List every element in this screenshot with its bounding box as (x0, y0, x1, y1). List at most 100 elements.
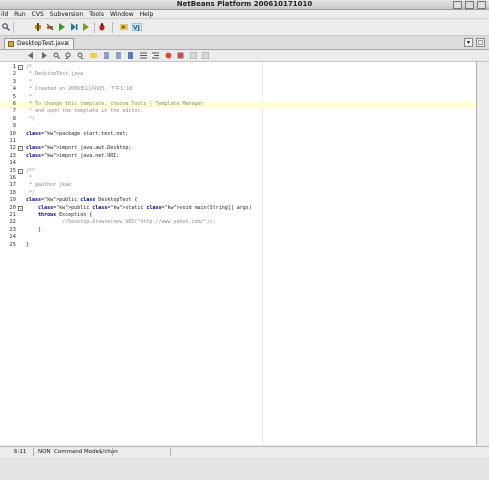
code-line[interactable]: 11 (0, 138, 476, 145)
menu-bar: ild Run CVS Subversion Tools Window Help (0, 10, 489, 19)
toggle-highlight-icon[interactable] (90, 52, 97, 59)
status-bar: 6:11 NON Command Mode$/chan (0, 446, 489, 457)
code-text: class="kw">public class DesktopTest { (26, 197, 138, 204)
editor-toolbar (0, 50, 489, 62)
stop-macro-icon[interactable] (177, 52, 184, 59)
code-line[interactable]: 3 * (0, 79, 476, 86)
start-macro-icon[interactable] (165, 52, 172, 59)
toggle-bookmark-icon[interactable] (127, 52, 134, 59)
code-line[interactable]: 17 * @author jkae (0, 182, 476, 189)
tab-close-icon[interactable]: × (64, 39, 70, 47)
fold-toggle-icon[interactable]: - (18, 205, 23, 211)
code-editor[interactable]: 1-/* 2 * DesktopTest.java 3 * 4 * Created o… (0, 62, 477, 445)
code-text: //Desktop.browse(new URI("http://www.yah… (26, 219, 216, 226)
tab-desktoptest-java[interactable]: DesktopTest.java × (4, 38, 74, 49)
menu-help[interactable]: Help (140, 10, 154, 18)
shift-left-icon[interactable] (140, 52, 147, 59)
profile-icon[interactable] (82, 23, 90, 31)
line-number: 16 (9, 175, 16, 181)
tab-list-dropdown-icon[interactable]: ▾ (464, 38, 473, 47)
fold-toggle-icon[interactable]: - (18, 65, 23, 71)
back-icon[interactable] (28, 52, 35, 59)
code-line[interactable]: 2 * DesktopTest.java (0, 71, 476, 78)
line-number: 23 (9, 226, 16, 233)
build-icon[interactable] (34, 23, 42, 31)
code-line[interactable]: 20- class="kw">public class="kw">static … (0, 205, 476, 212)
find-prev-icon[interactable] (65, 52, 72, 59)
find-next-icon[interactable] (77, 52, 84, 59)
prev-bookmark-icon[interactable] (103, 52, 110, 59)
editor-vertical-scrollbar[interactable] (477, 62, 488, 445)
code-line[interactable]: 25} (0, 242, 476, 249)
line-number: 3 (12, 78, 16, 85)
menu-window[interactable]: Window (110, 10, 134, 18)
code-text: * To change this template, choose Tools … (26, 101, 204, 107)
code-line[interactable]: 4 * Created on 2006年11月9日, 下午1:18 (0, 86, 476, 93)
shift-right-icon[interactable] (152, 52, 159, 59)
line-number: 5 (12, 93, 16, 100)
code-line[interactable]: 15-/** (0, 168, 476, 175)
line-number: 13 (9, 152, 16, 159)
minimize-icon[interactable] (453, 1, 462, 9)
code-text: * (26, 78, 33, 85)
code-text: class="kw">import java.net.URI; (26, 152, 120, 159)
run-icon[interactable] (58, 23, 66, 31)
comment-icon[interactable] (190, 52, 197, 59)
code-line[interactable]: 24 (0, 234, 476, 241)
line-number: 17 (9, 182, 16, 189)
code-line[interactable]: 23 } (0, 227, 476, 234)
code-line[interactable]: 21 throws Exception { (0, 212, 476, 219)
code-line[interactable]: 10 class="kw">package start.test.net; (0, 131, 476, 138)
clean-build-icon[interactable] (46, 23, 54, 31)
line-number: 14 (9, 160, 16, 167)
apply-code-changes-icon[interactable] (120, 23, 128, 31)
vj-icon[interactable]: VJ (132, 23, 142, 31)
fold-toggle-icon[interactable]: - (18, 146, 23, 152)
code-text: class="kw">public class="kw">static clas… (38, 204, 252, 211)
main-toolbar: VJ (0, 20, 489, 36)
code-text: class="kw">package start.test.net; (26, 130, 129, 137)
search-icon[interactable] (2, 23, 10, 31)
code-line[interactable]: 7 * and open the template in the editor. (0, 108, 476, 115)
code-line[interactable]: 5 * (0, 94, 476, 101)
menu-run[interactable]: Run (14, 10, 26, 18)
caret-position: 6:11 (14, 449, 27, 455)
code-line[interactable]: 8 */ (0, 116, 476, 123)
code-line[interactable]: 18 */ (0, 190, 476, 197)
code-text: */ (26, 115, 36, 122)
code-line[interactable]: 19 class="kw">public class DesktopTest { (0, 197, 476, 204)
code-line[interactable]: 13 class="kw">import java.net.URI; (0, 153, 476, 160)
forward-icon[interactable] (40, 52, 47, 59)
code-line[interactable]: 14 (0, 160, 476, 167)
code-line[interactable]: 1-/* (0, 64, 476, 71)
code-line[interactable]: 22 //Desktop.browse(new URI("http://www.… (0, 219, 476, 226)
code-line[interactable]: 9 (0, 123, 476, 130)
maximize-editor-icon[interactable]: □ (476, 38, 485, 47)
menu-cvs[interactable]: CVS (32, 10, 44, 18)
status-info: Command Mode$/chan (54, 449, 118, 455)
close-icon[interactable] (477, 1, 486, 9)
menu-tools[interactable]: Tools (89, 10, 104, 18)
code-text: throws Exception { (38, 212, 93, 218)
code-text: } (26, 226, 42, 233)
code-text: /* (26, 64, 33, 70)
code-line[interactable]: 12- class="kw">import java.awt.Desktop; (0, 145, 476, 152)
code-text: class="kw">import java.awt.Desktop; (26, 145, 132, 152)
code-line[interactable]: 16 * (0, 175, 476, 182)
line-number: 9 (12, 123, 16, 130)
maximize-icon[interactable] (465, 1, 474, 9)
window-titlebar: NetBeans Platform 200610171010 (0, 0, 489, 10)
code-text: * @author jkae (26, 182, 72, 189)
menu-subversion[interactable]: Subversion (50, 10, 83, 18)
bug-icon[interactable] (98, 23, 106, 31)
debug-icon[interactable] (70, 23, 78, 31)
fold-toggle-icon[interactable]: - (18, 168, 23, 174)
code-text: * DesktopTest.java (26, 71, 84, 78)
find-icon[interactable] (53, 52, 60, 59)
uncomment-icon[interactable] (202, 52, 209, 59)
code-line[interactable]: 6 * To change this template, choose Tool… (0, 101, 476, 108)
line-number: 8 (12, 115, 16, 122)
code-text: * and open the template in the editor. (26, 108, 144, 115)
menu-build[interactable]: ild (1, 10, 8, 18)
next-bookmark-icon[interactable] (115, 52, 122, 59)
